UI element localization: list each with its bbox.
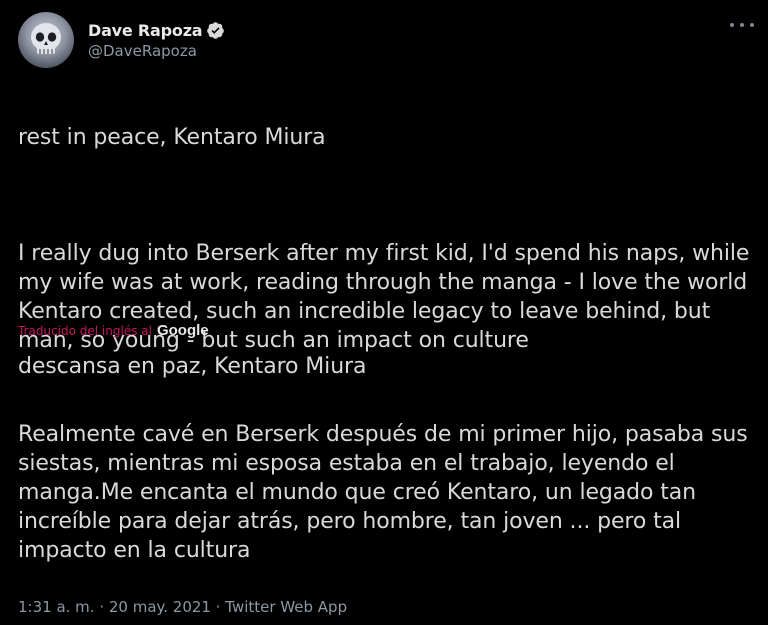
- translation-attribution: Traducido del inglés al Google: [18, 322, 209, 339]
- skull-avatar-icon: [31, 23, 61, 54]
- google-logo[interactable]: Google: [157, 322, 209, 339]
- translation-label: Traducido del inglés al: [18, 324, 152, 338]
- tweet-timestamp[interactable]: 1:31 a. m. · 20 may. 2021 · Twitter Web …: [18, 598, 347, 616]
- tweet-original-text: rest in peace, Kentaro Miura I really du…: [18, 94, 758, 384]
- more-options-icon[interactable]: [730, 16, 754, 34]
- avatar[interactable]: [18, 12, 74, 68]
- tweet-line-1: rest in peace, Kentaro Miura: [18, 125, 326, 150]
- user-handle[interactable]: @DaveRapoza: [88, 42, 225, 60]
- translated-paragraph-2: Realmente cavé en Berserk después de mi …: [18, 422, 748, 563]
- verified-badge-icon: [206, 21, 225, 40]
- author-names: Dave Rapoza @DaveRapoza: [88, 21, 225, 60]
- translated-line-1: descansa en paz, Kentaro Miura: [18, 354, 367, 379]
- display-name-row: Dave Rapoza: [88, 21, 225, 40]
- tweet-header: Dave Rapoza @DaveRapoza: [18, 12, 225, 68]
- display-name[interactable]: Dave Rapoza: [88, 21, 203, 40]
- tweet-card: Dave Rapoza @DaveRapoza rest in peace, K…: [0, 0, 768, 625]
